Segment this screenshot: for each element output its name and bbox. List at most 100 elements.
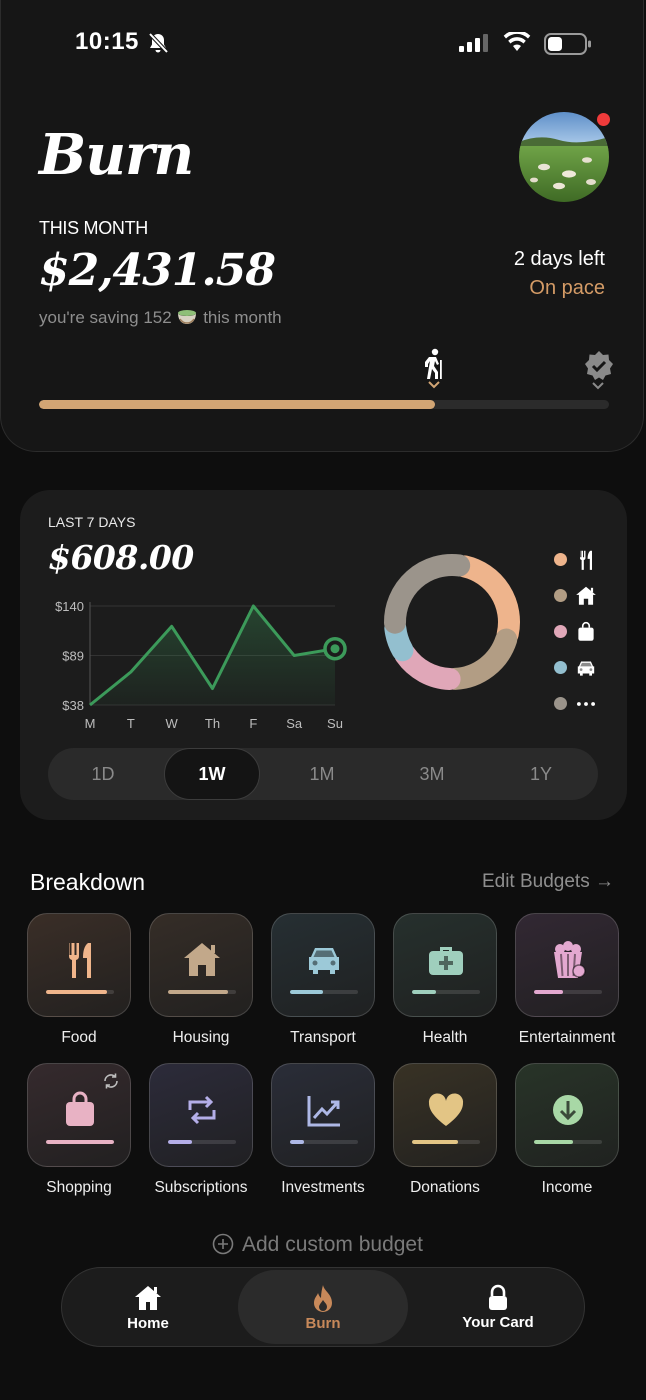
donut-slice-other[interactable]	[384, 554, 471, 634]
budget-tile-transport[interactable]	[271, 913, 375, 1017]
budget-tile-donations[interactable]	[393, 1063, 497, 1167]
budget-label-food: Food	[61, 1029, 97, 1046]
bag-icon	[58, 1088, 102, 1132]
plus-circle-icon	[212, 1233, 234, 1255]
budget-progress-fill	[168, 990, 228, 994]
budget-progress-bar	[412, 1140, 480, 1144]
popcorn-icon	[546, 938, 590, 982]
notification-dot	[597, 113, 610, 126]
nav-label-home: Home	[127, 1315, 169, 1332]
range-option-1m[interactable]: 1M	[274, 748, 370, 800]
budget-tile-income[interactable]	[515, 1063, 619, 1167]
budget-progress-fill	[290, 1140, 304, 1144]
medkit-icon	[424, 938, 468, 982]
budget-tile-investments[interactable]	[271, 1063, 375, 1167]
saving-suffix: this month	[203, 308, 282, 327]
download-icon	[546, 1088, 590, 1132]
bell-muted-icon	[148, 32, 169, 54]
x-tick-label: Sa	[286, 716, 303, 731]
pace-status: On pace	[529, 277, 605, 299]
nav-label-burn: Burn	[305, 1315, 341, 1332]
range-option-1y[interactable]: 1Y	[493, 748, 589, 800]
page-title: Burn	[39, 122, 194, 188]
budget-label-shopping: Shopping	[46, 1179, 112, 1196]
x-tick-label: T	[127, 716, 135, 731]
fork-knife-icon	[574, 548, 598, 577]
budget-progress-bar	[168, 1140, 236, 1144]
range-option-1d[interactable]: 1D	[55, 748, 151, 800]
car-icon	[574, 656, 598, 685]
more-icon	[574, 692, 598, 721]
legend-swatch	[554, 661, 567, 674]
budget-progress-bar	[290, 1140, 358, 1144]
x-tick-label: W	[166, 716, 179, 731]
repeat-icon	[180, 1088, 224, 1132]
house-icon	[180, 938, 224, 982]
donut-slice-food[interactable]	[453, 555, 520, 646]
summary-card: 10:15 Burn THIS MONTH $2,431.58 you're s…	[0, 0, 644, 452]
budget-progress-bar	[534, 1140, 602, 1144]
nav-item-home[interactable]: Home	[62, 1268, 234, 1346]
budget-label-health: Health	[422, 1029, 468, 1046]
budget-progress-fill	[290, 990, 323, 994]
budget-tile-entertainment[interactable]	[515, 913, 619, 1017]
budget-progress-fill	[534, 1140, 574, 1144]
fork-knife-icon	[58, 938, 102, 982]
battery-icon	[544, 33, 591, 55]
nav-item-burn[interactable]: Burn	[238, 1270, 408, 1344]
saving-text: you're saving 152 this month	[39, 308, 282, 328]
days-left: 2 days left	[513, 248, 605, 270]
bag-icon	[574, 620, 598, 649]
budget-progress-bar	[290, 990, 358, 994]
budget-progress-fill	[46, 990, 108, 994]
budget-progress-fill	[412, 990, 437, 994]
add-custom-budget-button[interactable]: Add custom budget	[212, 1233, 423, 1257]
donut-slice-shopping[interactable]	[394, 643, 461, 690]
heart-icon	[424, 1088, 468, 1132]
add-custom-budget-label: Add custom budget	[242, 1233, 423, 1256]
budget-label-income: Income	[541, 1179, 593, 1196]
budget-tile-health[interactable]	[393, 913, 497, 1017]
donut-slice-housing[interactable]	[444, 628, 518, 690]
status-time: 10:15	[75, 28, 139, 55]
budget-tile-housing[interactable]	[149, 913, 253, 1017]
budget-progress-fill	[168, 1140, 193, 1144]
budget-label-housing: Housing	[172, 1029, 230, 1046]
budget-label-subscriptions: Subscriptions	[154, 1179, 248, 1196]
nav-item-your-card[interactable]: Your Card	[412, 1268, 584, 1346]
budget-progress-bar	[534, 990, 602, 994]
budget-progress-bar	[412, 990, 480, 994]
cellular-signal-icon	[459, 34, 488, 52]
nav-label-your-card: Your Card	[462, 1314, 534, 1331]
house-icon	[574, 584, 598, 613]
x-tick-label: F	[249, 716, 257, 731]
avatar[interactable]	[519, 112, 609, 202]
y-tick-label: $89	[62, 649, 84, 664]
trend-up-icon	[302, 1088, 346, 1132]
budget-progress-fill	[46, 1140, 114, 1144]
range-option-3m[interactable]: 3M	[384, 748, 480, 800]
budget-label-entertainment: Entertainment	[518, 1029, 616, 1046]
category-donut-chart[interactable]	[382, 552, 522, 692]
budget-tile-shopping[interactable]	[27, 1063, 131, 1167]
verified-badge-icon	[585, 351, 613, 380]
x-tick-label: Su	[327, 716, 343, 731]
hiker-icon	[425, 348, 442, 379]
weekly-card: LAST 7 DAYS $608.00 $140 $89 $38 M T W Th F Sa Su…	[20, 490, 627, 820]
legend-swatch	[554, 697, 567, 710]
data-point-latest-core	[330, 644, 340, 654]
budget-progress-fill	[412, 1140, 459, 1144]
saving-value: you're saving 152	[39, 308, 172, 327]
month-progress-fill	[39, 400, 436, 409]
chevron-down-icon	[592, 382, 604, 390]
edit-budgets-link[interactable]: Edit Budgets →	[482, 871, 614, 893]
sync-icon	[102, 1072, 120, 1095]
weekly-line-chart[interactable]: $140 $89 $38M T W Th F Sa Su	[20, 490, 380, 740]
budget-tile-food[interactable]	[27, 913, 131, 1017]
legend-item	[550, 548, 610, 584]
budget-tile-subscriptions[interactable]	[149, 1063, 253, 1167]
breakdown-title: Breakdown	[30, 869, 146, 895]
range-option-1w[interactable]: 1W	[164, 748, 260, 800]
flame-icon	[314, 1285, 332, 1312]
legend-swatch	[554, 625, 567, 638]
